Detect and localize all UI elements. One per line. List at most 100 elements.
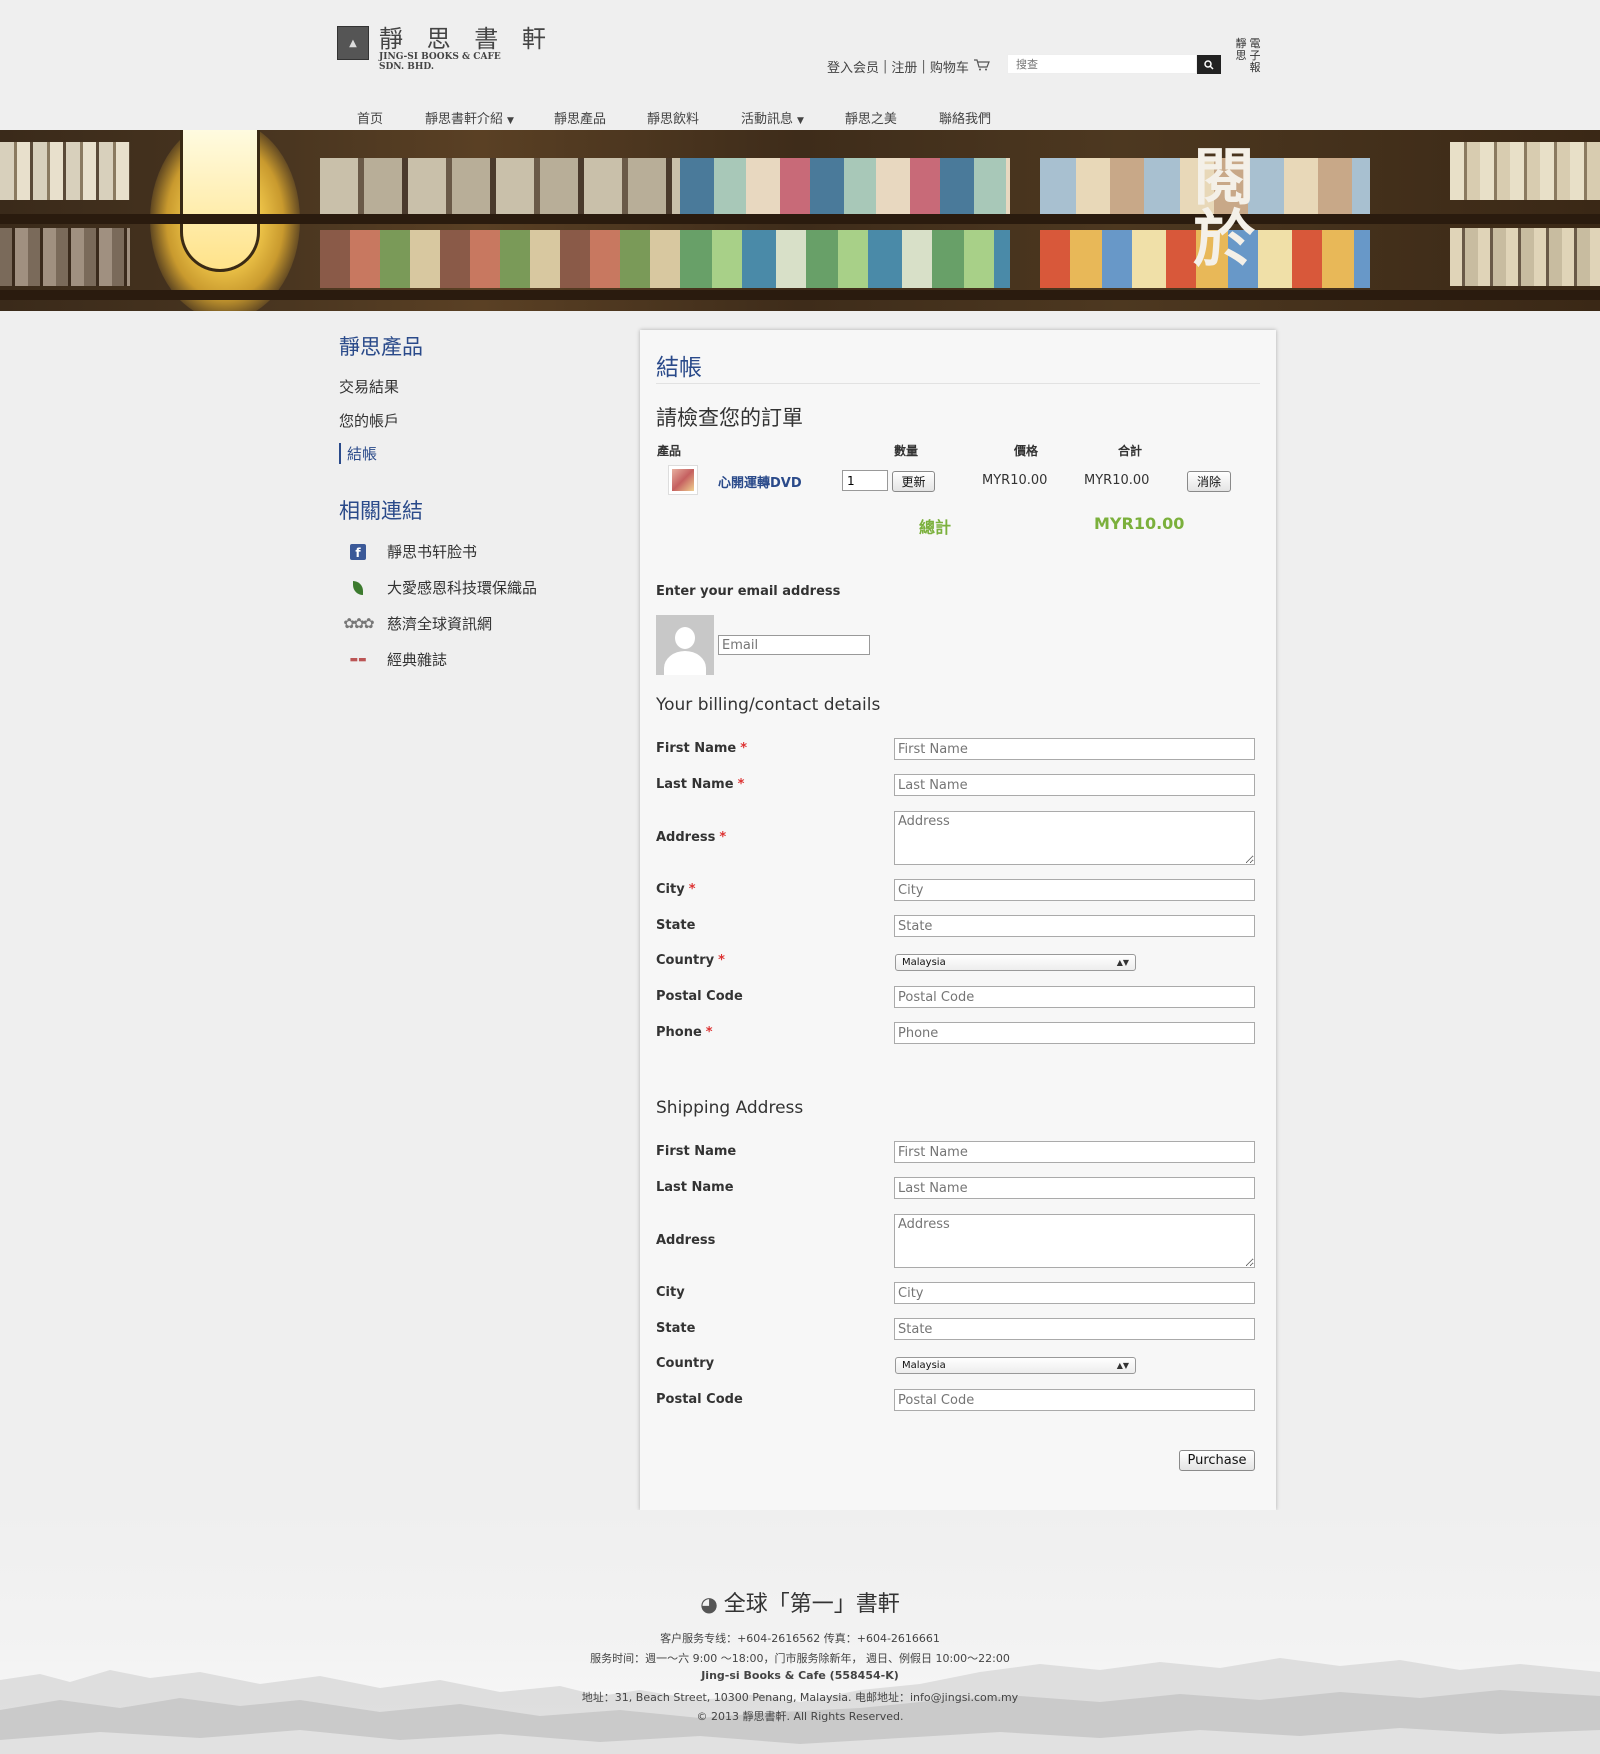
billing-postal-code-label: Postal Code — [656, 989, 743, 1004]
chevron-down-icon: ▼ — [507, 116, 514, 126]
shipping-state-input[interactable] — [894, 1318, 1255, 1340]
nav-drinks[interactable]: 靜思飲料 — [647, 108, 699, 127]
sidebar-item-account[interactable]: 您的帳戶 — [339, 410, 399, 431]
nav-events[interactable]: 活動訊息 ▼ — [741, 108, 804, 127]
required-marker: * — [718, 953, 725, 968]
email-heading: Enter your email address — [656, 584, 841, 599]
billing-address-input[interactable] — [894, 811, 1255, 865]
column-header-quantity: 數量 — [894, 444, 919, 458]
remove-button[interactable]: 消除 — [1187, 471, 1231, 492]
bookshelf-books — [0, 142, 130, 200]
shipping-country-select[interactable]: Malaysia ▲▼ — [895, 1357, 1136, 1374]
magazine-logo-icon: ▬▬ — [349, 654, 367, 665]
separator: | — [883, 59, 888, 74]
sidebar-item-transactions[interactable]: 交易結果 — [339, 376, 399, 397]
cart-link[interactable]: 购物车 — [930, 57, 969, 76]
page-title: 結帳 — [656, 355, 702, 381]
chevron-down-icon: ▼ — [797, 116, 804, 126]
shipping-first-name-input[interactable] — [894, 1141, 1255, 1163]
site-logo[interactable]: ▲ 靜 思 書 軒 JING-SI BOOKS & CAFE SDN. BHD. — [337, 26, 554, 72]
shipping-address-input[interactable] — [894, 1214, 1255, 1268]
hero-banner: 閱於 — [0, 130, 1600, 311]
ebook-link[interactable]: 電子報 靜思 — [1232, 38, 1262, 76]
billing-state-label: State — [656, 918, 696, 933]
register-link[interactable]: 注册 — [891, 57, 917, 76]
update-button[interactable]: 更新 — [892, 471, 935, 492]
divider — [656, 383, 1260, 384]
order-review-heading: 請檢查您的訂單 — [656, 406, 803, 430]
sidebar-title: 靜思產品 — [339, 335, 423, 359]
nav-about[interactable]: 靜思書軒介紹 ▼ — [425, 108, 514, 127]
main-nav: 首页 靜思書軒介紹 ▼ 靜思產品 靜思飲料 活動訊息 ▼ 靜思之美 聯絡我們 — [357, 108, 991, 127]
bookshelf-books — [680, 230, 1010, 288]
search-input[interactable] — [1007, 54, 1197, 74]
select-arrow-icon: ▲▼ — [1116, 958, 1129, 967]
product-thumbnail[interactable] — [668, 465, 698, 495]
footer-hours-line: 服务时间：週一～六 9:00 ～18:00，门市服务除新年， 週日、例假日 10… — [590, 1652, 1010, 1665]
shipping-first-name-label: First Name — [656, 1144, 737, 1159]
banner-calligraphy: 閱於 — [1182, 144, 1255, 268]
shipping-city-label: City — [656, 1285, 685, 1300]
related-link-label: 經典雜誌 — [387, 651, 448, 669]
related-links-title: 相關連結 — [339, 499, 423, 523]
jingsi-label: 靜思 — [1235, 37, 1247, 62]
billing-city-label: City * — [656, 882, 696, 897]
cart-icon[interactable] — [973, 58, 990, 75]
billing-postal-code-input[interactable] — [894, 986, 1255, 1008]
total-label: 總計 — [919, 518, 952, 537]
bookshelf-books — [0, 228, 130, 286]
related-link-label: 靜思书轩脸书 — [387, 543, 478, 561]
logo-mark-icon: ▲ — [337, 26, 369, 60]
billing-phone-label: Phone * — [656, 1025, 713, 1040]
leaf-icon — [353, 580, 363, 595]
item-price: MYR10.00 — [982, 473, 1048, 488]
footer-address-line: 地址：31, Beach Street, 10300 Penang, Malay… — [581, 1691, 1019, 1704]
billing-last-name-input[interactable] — [894, 774, 1255, 796]
required-marker: * — [737, 777, 745, 792]
nav-home[interactable]: 首页 — [357, 108, 383, 127]
sidebar-item-checkout[interactable]: 結帳 — [339, 443, 377, 464]
billing-city-input[interactable] — [894, 879, 1255, 901]
billing-country-label: Country * — [656, 953, 725, 968]
required-marker: * — [740, 741, 748, 756]
email-field[interactable] — [718, 635, 870, 655]
shipping-city-input[interactable] — [894, 1282, 1255, 1304]
search-button[interactable] — [1197, 55, 1221, 74]
nav-beauty[interactable]: 靜思之美 — [845, 108, 897, 127]
shipping-postal-code-input[interactable] — [894, 1389, 1255, 1411]
product-name-link[interactable]: 心開運轉DVD — [718, 472, 802, 491]
required-marker: * — [688, 882, 696, 897]
lotus-icon: ✿✿✿ — [343, 615, 374, 632]
purchase-button[interactable]: Purchase — [1179, 1450, 1255, 1471]
quantity-input[interactable] — [842, 470, 888, 491]
footer-company-line: Jing-si Books & Cafe (558454-K) — [701, 1669, 899, 1682]
shipping-heading: Shipping Address — [656, 1098, 804, 1118]
lamp-shade — [180, 130, 260, 272]
avatar — [656, 615, 714, 675]
related-link-daai[interactable]: 大愛感恩科技環保織品 — [342, 577, 537, 598]
billing-phone-input[interactable] — [894, 1022, 1255, 1044]
related-link-tzuchi[interactable]: ✿✿✿ 慈濟全球資訊網 — [342, 613, 492, 634]
nav-contact[interactable]: 聯絡我們 — [939, 108, 991, 127]
related-link-facebook[interactable]: f 靜思书轩脸书 — [342, 541, 477, 562]
shipping-state-label: State — [656, 1321, 696, 1336]
search-icon — [1204, 59, 1214, 70]
billing-first-name-input[interactable] — [894, 738, 1255, 760]
billing-country-select[interactable]: Malaysia ▲▼ — [895, 954, 1136, 971]
login-link[interactable]: 登入会员 — [827, 57, 879, 76]
bookshelf-books — [680, 158, 1010, 216]
related-link-magazine[interactable]: ▬▬ 經典雜誌 — [342, 649, 447, 670]
bookshelf-books — [1450, 142, 1600, 200]
ebook-label: 電子報 — [1249, 37, 1261, 74]
billing-state-input[interactable] — [894, 915, 1255, 937]
related-link-label: 慈濟全球資訊網 — [387, 615, 493, 633]
shipping-last-name-input[interactable] — [894, 1177, 1255, 1199]
logo-company-suffix: SDN. BHD. — [379, 62, 434, 72]
top-links: 登入会员 | 注册 | 购物车 — [827, 57, 990, 76]
column-header-price: 價格 — [1014, 444, 1039, 458]
billing-first-name-label: First Name * — [656, 741, 748, 756]
logo-english-name: JING-SI BOOKS & CAFE — [379, 52, 501, 62]
globe-icon: ◕ — [700, 1592, 718, 1616]
shipping-country-label: Country — [656, 1356, 715, 1371]
nav-products[interactable]: 靜思產品 — [554, 108, 606, 127]
